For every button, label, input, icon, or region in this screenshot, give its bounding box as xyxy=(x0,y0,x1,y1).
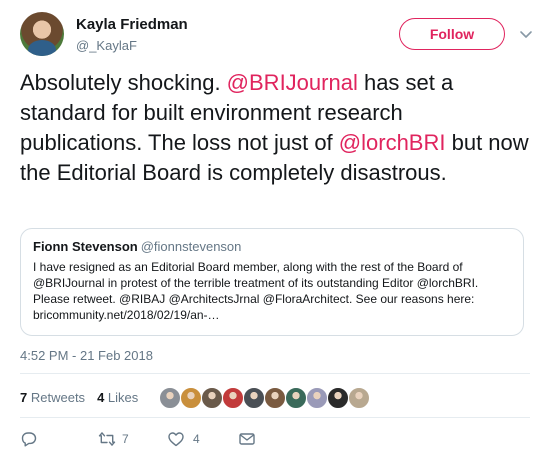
avatar[interactable] xyxy=(20,12,64,56)
retweet-action[interactable]: 7 xyxy=(98,428,129,450)
quoted-header: Fionn Stevenson @fionnstevenson xyxy=(33,239,511,255)
retweets-count: 7 xyxy=(20,390,28,405)
timestamp[interactable]: 4:52 PM - 21 Feb 2018 xyxy=(20,348,153,363)
quoted-tweet[interactable]: Fionn Stevenson @fionnstevenson I have re… xyxy=(20,228,524,336)
likes-count: 4 xyxy=(97,390,105,405)
reply-action[interactable] xyxy=(20,428,44,450)
quoted-author-name: Fionn Stevenson xyxy=(33,239,138,254)
retweet-icon xyxy=(98,432,116,446)
tweet-actions: 7 4 xyxy=(20,428,320,450)
envelope-icon xyxy=(239,433,255,445)
liker-avatar[interactable] xyxy=(222,387,244,409)
liker-avatar[interactable] xyxy=(306,387,328,409)
liker-avatar[interactable] xyxy=(159,387,181,409)
author-name[interactable]: Kayla Friedman xyxy=(76,16,188,33)
tweet-header: Kayla Friedman @_KaylaF Follow xyxy=(20,10,532,60)
liker-avatar[interactable] xyxy=(285,387,307,409)
retweet-count: 7 xyxy=(122,432,129,446)
mention-link[interactable]: @lorchBRI xyxy=(339,130,446,155)
liker-avatar[interactable] xyxy=(348,387,370,409)
author-handle[interactable]: @_KaylaF xyxy=(76,38,137,53)
like-count: 4 xyxy=(193,432,200,446)
follow-button[interactable]: Follow xyxy=(399,18,505,50)
message-action[interactable] xyxy=(238,428,256,450)
engagement-stats: 7 Retweets 4 Likes xyxy=(20,390,138,405)
like-action[interactable]: 4 xyxy=(167,428,200,450)
quoted-text: I have resigned as an Editorial Board me… xyxy=(33,260,479,322)
liker-avatar[interactable] xyxy=(243,387,265,409)
tweet-text-segment: Absolutely shocking. xyxy=(20,70,227,95)
reply-icon xyxy=(21,432,37,447)
heart-icon xyxy=(168,432,184,447)
likes-stat[interactable]: 4 Likes xyxy=(97,390,138,405)
divider xyxy=(20,373,530,374)
liker-avatar[interactable] xyxy=(180,387,202,409)
retweets-label: Retweets xyxy=(30,390,86,405)
likes-label: Likes xyxy=(107,390,139,405)
liker-avatar[interactable] xyxy=(327,387,349,409)
liker-avatar[interactable] xyxy=(264,387,286,409)
liker-avatar[interactable] xyxy=(201,387,223,409)
retweets-stat[interactable]: 7 Retweets xyxy=(20,390,85,405)
quoted-author-handle: @fionnstevenson xyxy=(140,239,242,254)
chevron-down-icon[interactable] xyxy=(518,26,534,42)
tweet-text: Absolutely shocking. @BRIJournal has set… xyxy=(20,68,530,188)
mention-link[interactable]: @BRIJournal xyxy=(227,70,358,95)
divider xyxy=(20,417,530,418)
